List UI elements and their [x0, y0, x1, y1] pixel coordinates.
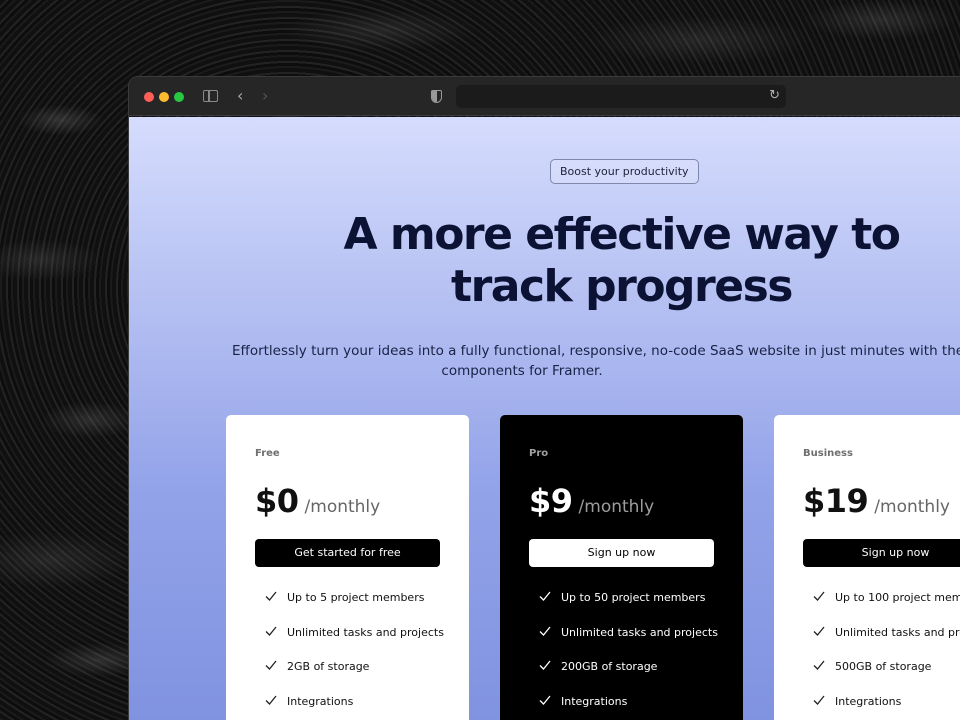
- feature-label: 2GB of storage: [287, 660, 370, 673]
- feature-item: 2GB of storage: [255, 660, 440, 695]
- feature-item: Unlimited tasks and projects: [529, 625, 718, 661]
- sign-up-button[interactable]: Sign up now: [803, 539, 960, 567]
- forward-arrow-icon[interactable]: ›: [262, 87, 268, 105]
- price-row: $19/monthly: [803, 482, 960, 524]
- check-icon: [539, 694, 551, 706]
- close-window-button[interactable]: [144, 92, 154, 102]
- check-icon: [813, 590, 825, 602]
- check-icon: [813, 625, 825, 637]
- check-icon: [539, 625, 551, 637]
- pricing-card-pro: Pro $9/monthly Sign up now Up to 50 proj…: [500, 415, 743, 720]
- hero-subtitle: Effortlessly turn your ideas into a full…: [232, 341, 960, 381]
- address-bar[interactable]: ↻: [456, 85, 786, 108]
- feature-label: 500GB of storage: [835, 660, 932, 673]
- feature-item: Integrations: [803, 695, 960, 720]
- maximize-window-button[interactable]: [174, 92, 184, 102]
- page-title: A more effective way to track progress: [289, 209, 954, 313]
- get-started-button[interactable]: Get started for free: [255, 539, 440, 567]
- pricing-card-free: Free $0/monthly Get started for free Up …: [226, 415, 469, 720]
- reload-icon[interactable]: ↻: [769, 87, 780, 105]
- check-icon: [265, 694, 277, 706]
- minimize-window-button[interactable]: [159, 92, 169, 102]
- plan-name: Free: [255, 448, 280, 459]
- feature-label: Unlimited tasks and projects: [561, 625, 718, 639]
- feature-label: Unlimited tasks and proj: [835, 625, 960, 639]
- subtitle-line-1: Effortlessly turn your ideas into a full…: [232, 343, 960, 359]
- browser-window: ‹ › ↻ Boost your productivity A more eff…: [128, 76, 960, 720]
- feature-item: Integrations: [529, 695, 714, 720]
- plan-name: Business: [803, 448, 853, 459]
- feature-item: Unlimited tasks and proj: [803, 626, 960, 661]
- check-icon: [265, 590, 277, 602]
- feature-label: Integrations: [835, 694, 902, 708]
- feature-label: Up to 5 project members: [287, 591, 425, 604]
- feature-label: Integrations: [561, 694, 628, 708]
- back-arrow-icon[interactable]: ‹: [237, 87, 243, 105]
- feature-label: Integrations: [287, 694, 354, 708]
- sign-up-button[interactable]: Sign up now: [529, 539, 714, 567]
- feature-label: Up to 100 project memb: [835, 591, 960, 604]
- feature-item: Up to 5 project members: [255, 591, 440, 626]
- plan-period: /monthly: [578, 497, 655, 517]
- price-row: $9/monthly: [529, 482, 714, 524]
- plan-period: /monthly: [874, 497, 950, 517]
- hero-badge: Boost your productivity: [550, 159, 699, 184]
- plan-name: Pro: [529, 448, 549, 459]
- feature-list: Up to 5 project members Unlimited tasks …: [255, 591, 444, 720]
- feature-label: 200GB of storage: [561, 660, 658, 673]
- feature-label: Up to 50 project members: [561, 591, 706, 604]
- headline-line-2: track progress: [451, 261, 793, 312]
- subtitle-line-2: components for Framer.: [441, 363, 603, 379]
- check-icon: [265, 659, 277, 671]
- feature-item: Unlimited tasks and projects: [255, 625, 444, 661]
- check-icon: [539, 659, 551, 671]
- pricing-card-business: Business $19/monthly Sign up now Up to 1…: [774, 415, 960, 720]
- check-icon: [813, 659, 825, 671]
- plan-price: $19: [803, 482, 869, 520]
- price-row: $0/monthly: [255, 482, 440, 524]
- plan-price: $9: [529, 482, 573, 520]
- browser-toolbar: ‹ › ↻: [129, 77, 960, 116]
- feature-item: 500GB of storage: [803, 660, 960, 695]
- shield-icon[interactable]: [431, 90, 442, 103]
- feature-item: Up to 100 project memb: [803, 591, 960, 626]
- feature-item: Up to 50 project members: [529, 591, 714, 626]
- page-viewport: Boost your productivity A more effective…: [129, 117, 960, 720]
- feature-label: Unlimited tasks and projects: [287, 625, 444, 639]
- feature-list: Up to 50 project members Unlimited tasks…: [529, 591, 718, 720]
- feature-item: 200GB of storage: [529, 660, 714, 695]
- check-icon: [265, 625, 277, 637]
- check-icon: [813, 694, 825, 706]
- headline-line-1: A more effective way to: [343, 209, 901, 260]
- plan-period: /monthly: [304, 497, 381, 517]
- sidebar-icon[interactable]: [203, 90, 218, 102]
- plan-price: $0: [255, 482, 299, 520]
- feature-list: Up to 100 project memb Unlimited tasks a…: [803, 591, 960, 720]
- feature-item: Integrations: [255, 695, 440, 720]
- check-icon: [539, 590, 551, 602]
